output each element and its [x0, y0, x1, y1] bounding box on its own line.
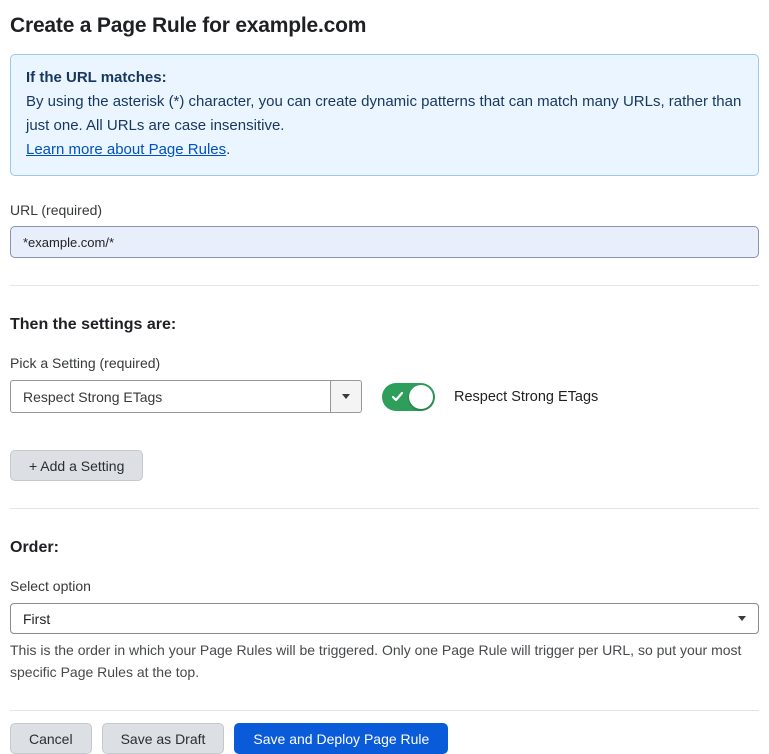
toggle-knob — [409, 385, 433, 409]
url-label: URL (required) — [10, 202, 759, 218]
info-body: By using the asterisk (*) character, you… — [26, 90, 743, 138]
chevron-down-icon — [738, 616, 746, 621]
setting-select-value: Respect Strong ETags — [11, 389, 162, 405]
info-heading: If the URL matches: — [26, 66, 743, 90]
info-link-row: Learn more about Page Rules. — [26, 138, 743, 162]
settings-heading: Then the settings are: — [10, 316, 759, 334]
setting-select[interactable]: Respect Strong ETags — [10, 380, 362, 413]
pick-setting-label: Pick a Setting (required) — [10, 355, 759, 371]
link-period: . — [226, 141, 230, 158]
cancel-button[interactable]: Cancel — [10, 723, 92, 754]
setting-select-caret-button[interactable] — [330, 381, 361, 412]
learn-more-link[interactable]: Learn more about Page Rules — [26, 141, 226, 158]
save-deploy-button[interactable]: Save and Deploy Page Rule — [234, 723, 448, 754]
url-match-info-box: If the URL matches: By using the asteris… — [10, 54, 759, 176]
footer-actions: Cancel Save as Draft Save and Deploy Pag… — [10, 723, 759, 754]
divider — [10, 508, 759, 509]
add-setting-button[interactable]: + Add a Setting — [10, 450, 143, 481]
order-select[interactable]: First — [10, 603, 759, 634]
order-help-text: This is the order in which your Page Rul… — [10, 639, 759, 683]
order-select-value: First — [23, 611, 50, 627]
toggle-label: Respect Strong ETags — [454, 389, 598, 405]
divider — [10, 285, 759, 286]
chevron-down-icon — [342, 394, 350, 399]
check-icon — [391, 390, 404, 403]
save-draft-button[interactable]: Save as Draft — [102, 723, 225, 754]
select-option-label: Select option — [10, 578, 759, 594]
order-heading: Order: — [10, 539, 759, 557]
page-rule-form: Create a Page Rule for example.com If th… — [0, 0, 769, 754]
page-title: Create a Page Rule for example.com — [10, 14, 759, 38]
divider — [10, 710, 759, 711]
url-input[interactable] — [10, 226, 759, 258]
etags-toggle[interactable] — [382, 383, 435, 411]
setting-row: Respect Strong ETags Respect Strong ETag… — [10, 380, 759, 413]
